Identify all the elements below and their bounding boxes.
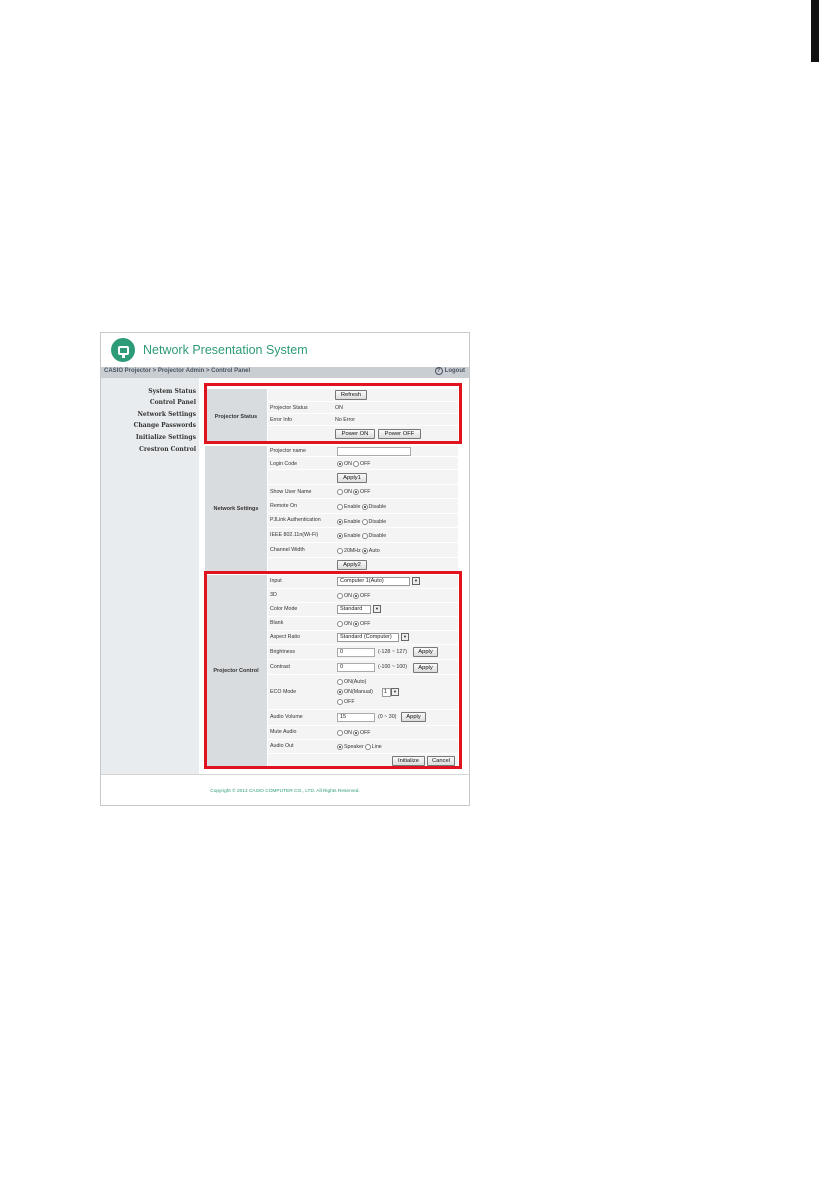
remote-on-disable-label: Disable <box>368 504 387 510</box>
channel-width-options: 20MHz Auto <box>337 548 380 554</box>
channel-20mhz-radio[interactable] <box>337 548 343 554</box>
breadcrumb: CASIO Projector > Projector Admin > Cont… <box>104 368 251 374</box>
copyright-text: Copyright © 2014 CASIO COMPUTER CO., LTD… <box>210 789 360 794</box>
channel-width-label: Channel Width <box>270 547 305 553</box>
projector-name-label: Projector name <box>270 448 306 454</box>
show-user-name-off-radio[interactable] <box>352 489 359 495</box>
pjlink-disable-label: Disable <box>368 519 387 525</box>
pjlink-label: PJLink Authentication <box>270 517 321 523</box>
projector-logo-icon <box>111 338 135 362</box>
ieee-disable-radio[interactable] <box>361 533 368 539</box>
network-settings-section-label: Network Settings <box>205 446 267 572</box>
projector-control-highlight <box>204 571 462 769</box>
login-code-label: Login Code <box>270 461 298 467</box>
remote-on-enable-radio[interactable] <box>337 504 343 510</box>
pjlink-enable-label: Enable <box>344 519 361 525</box>
projector-status-highlight <box>204 383 462 444</box>
footer-divider <box>101 774 469 775</box>
remote-on-disable-radio[interactable] <box>361 504 368 510</box>
show-user-name-options: ON OFF <box>337 489 371 495</box>
app-title: Network Presentation System <box>143 343 308 357</box>
login-code-off-label: OFF <box>359 461 371 467</box>
breadcrumb-bar: CASIO Projector > Projector Admin > Cont… <box>101 367 469 378</box>
projector-name-input[interactable] <box>337 447 411 456</box>
ieee-label: IEEE 802.11n(Wi-Fi) <box>270 532 319 538</box>
logout-button[interactable]: ? Logout <box>434 367 465 375</box>
channel-auto-label: Auto <box>368 548 380 554</box>
show-user-name-on-radio[interactable] <box>337 489 343 495</box>
sidebar-item-crestron-control[interactable]: Crestron Control <box>139 446 196 453</box>
show-user-name-label: Show User Name <box>270 489 312 495</box>
login-code-on-radio[interactable] <box>337 461 343 467</box>
channel-auto-radio[interactable] <box>361 548 368 554</box>
ieee-options: Enable Disable <box>337 533 386 539</box>
ieee-enable-label: Enable <box>344 533 361 539</box>
login-code-off-radio[interactable] <box>352 461 359 467</box>
apply2-button[interactable]: Apply2 <box>337 560 367 570</box>
login-code-on-label: ON <box>344 461 352 467</box>
web-admin-screenshot: Network Presentation System CASIO Projec… <box>100 332 470 806</box>
show-user-name-on-label: ON <box>344 489 352 495</box>
pjlink-enable-radio[interactable] <box>337 519 343 525</box>
remote-on-label: Remote On <box>270 503 298 509</box>
sidebar: System Status Control Panel Network Sett… <box>101 378 199 774</box>
sidebar-item-system-status[interactable]: System Status <box>148 388 196 395</box>
show-user-name-off-label: OFF <box>359 489 371 495</box>
pjlink-disable-radio[interactable] <box>361 519 368 525</box>
sidebar-item-initialize-settings[interactable]: Initialize Settings <box>136 434 196 441</box>
login-code-options: ON OFF <box>337 461 371 467</box>
ieee-disable-label: Disable <box>368 533 387 539</box>
remote-on-options: Enable Disable <box>337 504 386 510</box>
sidebar-item-network-settings[interactable]: Network Settings <box>137 411 196 418</box>
apply1-button[interactable]: Apply1 <box>337 473 367 483</box>
header: Network Presentation System <box>101 333 469 365</box>
pjlink-options: Enable Disable <box>337 519 386 525</box>
sidebar-item-control-panel[interactable]: Control Panel <box>150 399 196 406</box>
channel-20mhz-label: 20MHz <box>344 548 361 554</box>
help-icon: ? <box>434 367 443 375</box>
ieee-enable-radio[interactable] <box>337 533 343 539</box>
logout-label: Logout <box>444 368 465 374</box>
sidebar-item-change-passwords[interactable]: Change Passwords <box>134 422 196 429</box>
remote-on-enable-label: Enable <box>344 504 361 510</box>
page-tab-marker <box>811 0 819 62</box>
